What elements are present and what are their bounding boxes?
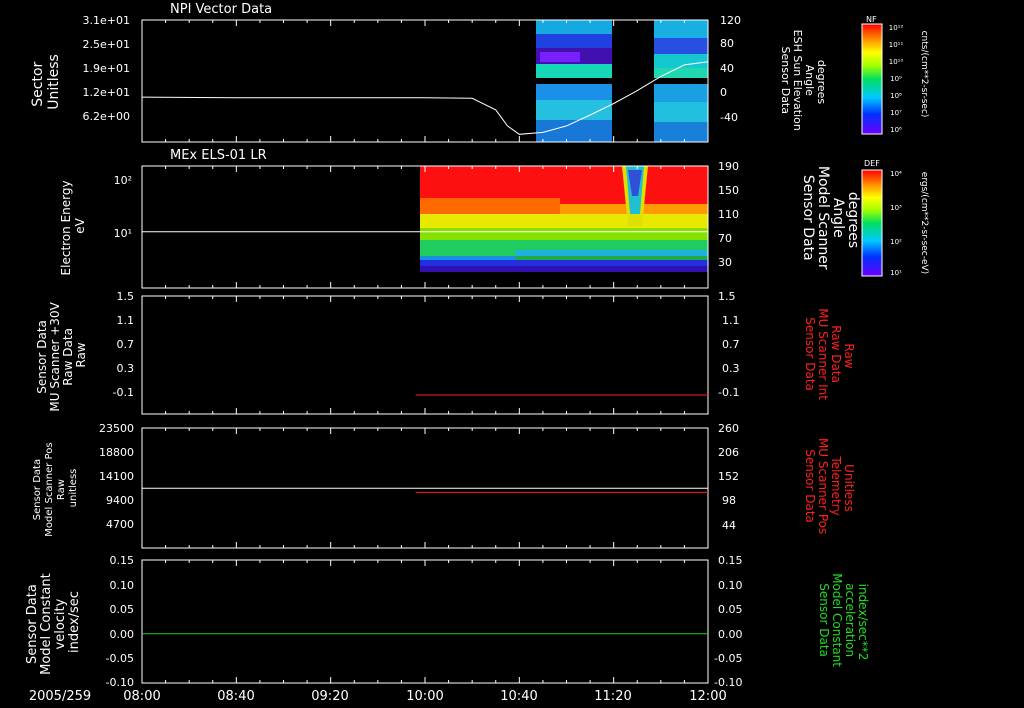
tick-label: 30 xyxy=(718,256,732,269)
time-tick-label: 10:40 xyxy=(500,689,537,704)
colorbar-tick: 10⁷ xyxy=(890,109,902,117)
colorbar-tick: 10¹⁰ xyxy=(889,58,904,66)
colorbar-tick: 10² xyxy=(890,238,902,246)
colorbar-tick: 10⁹ xyxy=(890,75,902,83)
tick-label: 206 xyxy=(718,446,739,459)
tick-label: 260 xyxy=(718,422,739,435)
date-label: 2005/259 xyxy=(29,689,91,704)
panel-title: MEx ELS-01 LR xyxy=(170,148,267,163)
time-tick-label: 11:20 xyxy=(594,689,631,704)
tick-label: 0.10 xyxy=(718,579,743,592)
right-axis-title: Sensor Data Model Constant acceleration … xyxy=(817,573,870,671)
colorbar-title: NF xyxy=(866,15,877,24)
tick-label: 2.5e+01 xyxy=(83,38,130,51)
time-tick-label: 09:20 xyxy=(311,689,348,704)
tick-label: 110 xyxy=(718,208,739,221)
tick-label: 6.2e+00 xyxy=(83,110,130,123)
tick-label: 0.05 xyxy=(718,603,743,616)
colorbar-tick: 10¹² xyxy=(889,24,904,32)
tick-label: 14100 xyxy=(99,470,134,483)
colorbar-tick: 10³ xyxy=(890,204,902,212)
tick-label: -0.1 xyxy=(718,386,739,399)
time-tick-label: 08:00 xyxy=(123,689,160,704)
stacked-time-series-plot: NPI Vector Data MEx ELS-01 LR 3.1e+01 2.… xyxy=(0,0,1024,708)
tick-label: 0.10 xyxy=(110,579,135,592)
tick-label: -0.10 xyxy=(106,676,134,689)
tick-label: -0.1 xyxy=(113,386,134,399)
time-tick-label: 12:00 xyxy=(689,689,726,704)
tick-label: 0.05 xyxy=(110,603,135,616)
tick-label: 40 xyxy=(720,62,734,75)
tick-label: -0.05 xyxy=(106,652,134,665)
tick-label: 10¹ xyxy=(114,227,132,240)
tick-label: 190 xyxy=(718,160,739,173)
tick-label: 0.15 xyxy=(110,554,135,567)
colorbar-unit: cnts/(cm**2-sr-sec) xyxy=(919,31,929,118)
tick-label: 3.1e+01 xyxy=(83,14,130,27)
colorbar-tick: 10¹ xyxy=(890,269,902,277)
tick-label: 152 xyxy=(718,470,739,483)
panel2-spectrogram xyxy=(420,166,708,272)
tick-label: 23500 xyxy=(99,422,134,435)
tick-label: 10² xyxy=(114,174,132,187)
tick-label: 1.1 xyxy=(117,314,135,327)
colorbar-unit: ergs/(cm**2-sr-sec-eV) xyxy=(919,172,929,274)
tick-label: 1.5 xyxy=(117,290,135,303)
tick-label: 0 xyxy=(720,86,727,99)
tick-label: 18800 xyxy=(99,446,134,459)
colorbar-tick: 10⁴ xyxy=(890,170,902,178)
time-tick-label: 08:40 xyxy=(217,689,254,704)
tick-label: 0.00 xyxy=(718,628,743,641)
tick-label: 1.5 xyxy=(718,290,736,303)
tick-label: 150 xyxy=(718,184,739,197)
tick-label: 1.9e+01 xyxy=(83,62,130,75)
tick-label: 0.7 xyxy=(117,338,135,351)
tick-label: 0.3 xyxy=(117,362,135,375)
tick-label: 44 xyxy=(722,519,736,532)
tick-label: 0.7 xyxy=(722,338,740,351)
tick-label: 0.3 xyxy=(722,362,740,375)
colorbar-tick: 10⁶ xyxy=(890,126,902,134)
tick-label: 1.1 xyxy=(722,314,740,327)
colorbar-tick: 10⁸ xyxy=(890,92,902,100)
tick-label: 70 xyxy=(718,232,732,245)
tick-label: -0.10 xyxy=(714,676,742,689)
tick-label: 1.2e+01 xyxy=(83,86,130,99)
left-axis-title: Sector Unitless xyxy=(30,54,62,110)
tick-label: 98 xyxy=(722,494,736,507)
tick-label: 120 xyxy=(720,14,741,27)
tick-label: 0.15 xyxy=(718,554,743,567)
tick-label: 4700 xyxy=(106,518,134,531)
tick-label: 80 xyxy=(720,37,734,50)
tick-label: -0.05 xyxy=(714,652,742,665)
tick-label: 9400 xyxy=(106,494,134,507)
tick-label: 0.00 xyxy=(110,628,135,641)
panel-title: NPI Vector Data xyxy=(170,2,272,17)
tick-label: -40 xyxy=(720,111,738,124)
colorbar-tick: 10¹¹ xyxy=(889,41,904,49)
colorbar-title: DEF xyxy=(864,159,880,168)
time-tick-label: 10:00 xyxy=(406,689,443,704)
